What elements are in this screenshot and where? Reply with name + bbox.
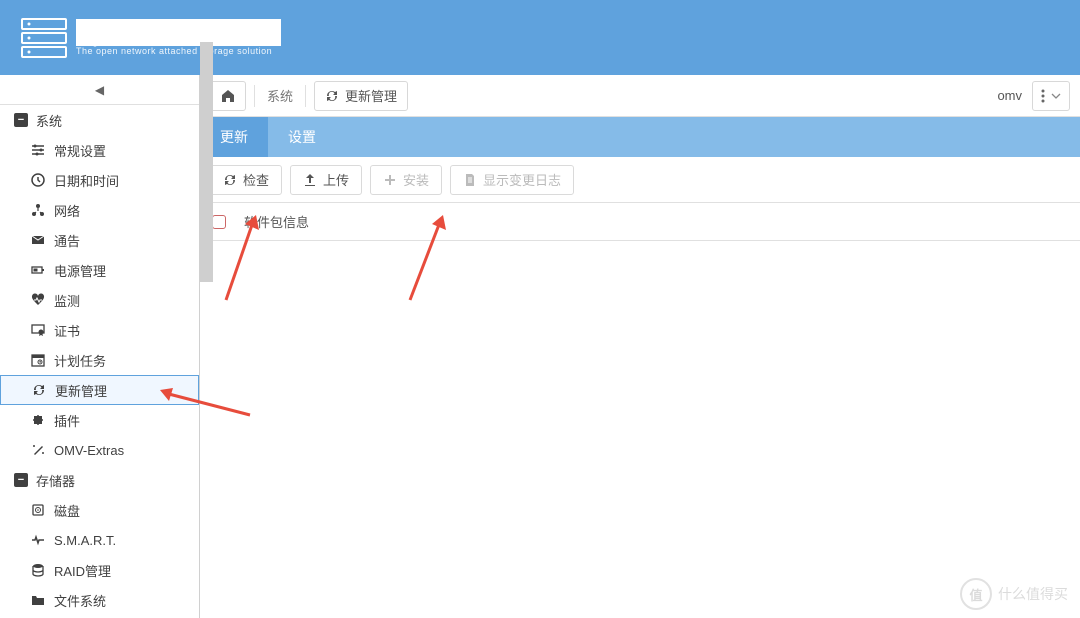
sidebar-item-general[interactable]: 常规设置 — [0, 135, 199, 165]
grid-header: 软件包信息 — [200, 203, 1080, 241]
sidebar-group-label: 系统 — [36, 111, 62, 130]
sidebar-group-label: 存储器 — [36, 471, 75, 490]
user-menu: omv — [997, 81, 1070, 111]
battery-icon — [30, 263, 46, 277]
check-button[interactable]: 检查 — [210, 165, 282, 195]
collapse-icon: − — [14, 473, 28, 487]
menu-dots-icon — [1041, 89, 1045, 103]
separator — [305, 85, 306, 107]
magic-icon — [30, 443, 46, 457]
certificate-icon — [30, 323, 46, 337]
sidebar-group-system[interactable]: − 系统 — [0, 105, 199, 135]
sidebar-item-label: 磁盘 — [54, 501, 80, 520]
install-button[interactable]: 安装 — [370, 165, 442, 195]
sidebar-item-label: 插件 — [54, 411, 80, 430]
tab-settings[interactable]: 设置 — [268, 117, 336, 157]
sidebar-item-label: 通告 — [54, 231, 80, 250]
folder-icon — [30, 593, 46, 607]
sidebar-item-label: 计划任务 — [54, 351, 106, 370]
breadcrumb-current[interactable]: 更新管理 — [314, 81, 408, 111]
mail-icon — [30, 233, 46, 247]
tabs: 更新 设置 — [200, 117, 1080, 157]
sidebar-item-plugins[interactable]: 插件 — [0, 405, 199, 435]
app-header: openmediavault The open network attached… — [0, 0, 1080, 75]
user-menu-button[interactable] — [1032, 81, 1070, 111]
refresh-icon — [31, 383, 47, 397]
sidebar-item-notification[interactable]: 通告 — [0, 225, 199, 255]
sidebar: ◀ − 系统 常规设置 日期和时间 网络 通告 电源管理 监测 证书 计划任务 … — [0, 75, 200, 618]
refresh-icon — [223, 173, 237, 187]
watermark-badge: 值 — [960, 578, 992, 610]
plus-icon — [383, 173, 397, 187]
sidebar-item-smart[interactable]: S.M.A.R.T. — [0, 525, 199, 555]
sidebar-item-filesystems[interactable]: 文件系统 — [0, 585, 199, 615]
sidebar-item-label: OMV-Extras — [54, 443, 124, 458]
sidebar-item-label: 网络 — [54, 201, 80, 220]
brand-subtitle: The open network attached storage soluti… — [76, 46, 281, 56]
button-label: 上传 — [323, 170, 349, 189]
sidebar-item-label: 监测 — [54, 291, 80, 310]
button-label: 安装 — [403, 170, 429, 189]
sidebar-item-disks[interactable]: 磁盘 — [0, 495, 199, 525]
database-icon — [30, 563, 46, 577]
toolbar: 检查 上传 安装 显示变更日志 — [200, 157, 1080, 203]
sidebar-item-monitoring[interactable]: 监测 — [0, 285, 199, 315]
sidebar-item-network[interactable]: 网络 — [0, 195, 199, 225]
watermark-text: 什么值得买 — [998, 584, 1068, 604]
sidebar-item-datetime[interactable]: 日期和时间 — [0, 165, 199, 195]
sidebar-item-omv-extras[interactable]: OMV-Extras — [0, 435, 199, 465]
sidebar-item-label: 文件系统 — [54, 591, 106, 610]
select-all-checkbox[interactable] — [212, 215, 226, 229]
puzzle-icon — [30, 413, 46, 427]
chevron-left-icon: ◀ — [95, 83, 104, 97]
sidebar-group-storage[interactable]: − 存储器 — [0, 465, 199, 495]
pulse-icon — [30, 533, 46, 547]
home-icon — [221, 89, 235, 103]
breadcrumb-label: 更新管理 — [345, 86, 397, 105]
sidebar-item-label: 常规设置 — [54, 141, 106, 160]
calendar-icon — [30, 353, 46, 367]
button-label: 显示变更日志 — [483, 170, 561, 189]
breadcrumb-system[interactable]: 系统 — [263, 86, 297, 105]
sidebar-collapse-button[interactable]: ◀ — [0, 75, 199, 105]
separator — [254, 85, 255, 107]
sidebar-item-label: 日期和时间 — [54, 171, 119, 190]
sidebar-item-label: RAID管理 — [54, 561, 111, 580]
chevron-down-icon — [1051, 93, 1061, 99]
server-icon — [20, 17, 68, 59]
changelog-button[interactable]: 显示变更日志 — [450, 165, 574, 195]
brand-logo: openmediavault The open network attached… — [20, 17, 281, 59]
column-package-info[interactable]: 软件包信息 — [244, 212, 309, 231]
sidebar-item-update-management[interactable]: 更新管理 — [0, 375, 199, 405]
home-button[interactable] — [210, 81, 246, 111]
sidebar-item-label: S.M.A.R.T. — [54, 533, 116, 548]
hdd-icon — [30, 503, 46, 517]
user-name: omv — [997, 88, 1022, 103]
collapse-icon: − — [14, 113, 28, 127]
upload-icon — [303, 173, 317, 187]
breadcrumb-bar: 系统 更新管理 omv — [200, 75, 1080, 117]
heartbeat-icon — [30, 293, 46, 307]
sliders-icon — [30, 143, 46, 157]
sidebar-item-raid[interactable]: RAID管理 — [0, 555, 199, 585]
brand-title: openmediavault — [76, 19, 281, 46]
clock-icon — [30, 173, 46, 187]
network-icon — [30, 203, 46, 217]
sidebar-item-power[interactable]: 电源管理 — [0, 255, 199, 285]
sidebar-item-scheduled[interactable]: 计划任务 — [0, 345, 199, 375]
scrollbar[interactable] — [200, 42, 213, 282]
sidebar-item-label: 更新管理 — [55, 381, 107, 400]
document-icon — [463, 173, 477, 187]
sidebar-item-label: 电源管理 — [54, 261, 106, 280]
upload-button[interactable]: 上传 — [290, 165, 362, 195]
sidebar-item-label: 证书 — [54, 321, 80, 340]
refresh-icon — [325, 89, 339, 103]
main-panel: 系统 更新管理 omv 更新 设置 检查 — [200, 75, 1080, 618]
watermark: 值 什么值得买 — [960, 578, 1068, 610]
sidebar-item-certificates[interactable]: 证书 — [0, 315, 199, 345]
button-label: 检查 — [243, 170, 269, 189]
